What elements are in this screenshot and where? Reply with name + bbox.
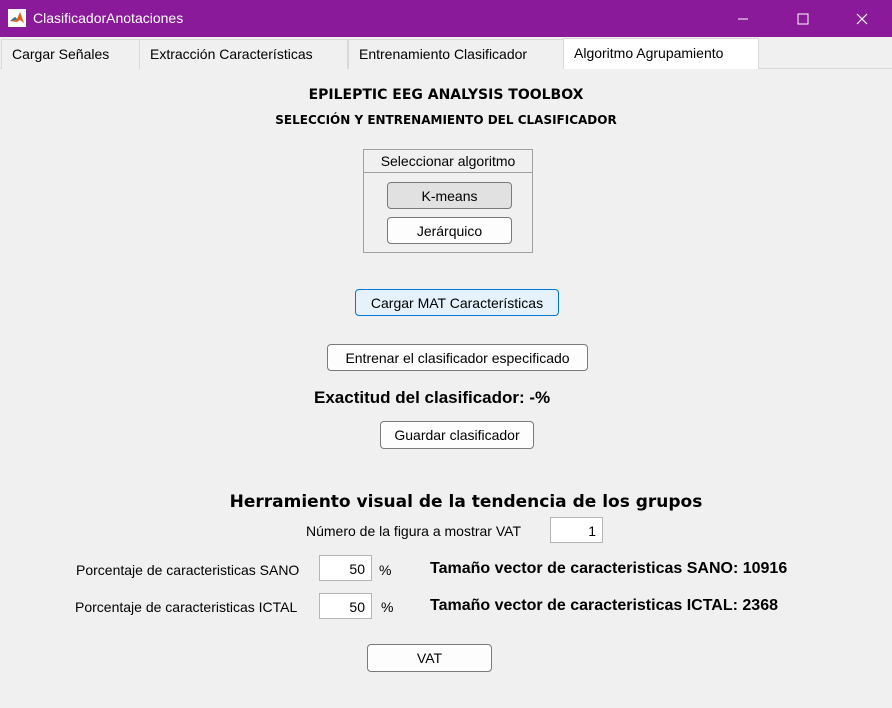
train-classifier-button[interactable]: Entrenar el clasificador especificado	[327, 344, 588, 371]
page-subtitle: SELECCIÓN Y ENTRENAMIENTO DEL CLASIFICAD…	[275, 113, 617, 127]
sano-percent-label: Porcentaje de caracteristicas SANO	[76, 562, 300, 578]
sano-percent-input[interactable]: 50	[319, 555, 372, 581]
vat-section-title: Herramiento visual de la tendencia de lo…	[229, 492, 703, 512]
close-button[interactable]	[839, 0, 885, 37]
tab-bar: Cargar Señales Extracción Característica…	[0, 38, 892, 69]
ictal-percent-input[interactable]: 50	[319, 593, 372, 619]
sano-size-label: Tamaño vector de caracteristicas SANO: 1…	[430, 560, 788, 577]
maximize-icon	[797, 13, 809, 25]
ictal-percent-label: Porcentaje de caracteristicas ICTAL	[75, 599, 298, 615]
ictal-size-label: Tamaño vector de caracteristicas ICTAL: …	[430, 597, 778, 614]
vat-button[interactable]: VAT	[367, 644, 492, 672]
jerarquico-button[interactable]: Jerárquico	[387, 217, 512, 244]
vat-figure-label: Número de la figura a mostrar VAT	[306, 523, 522, 539]
tab-extraccion-caracteristicas[interactable]: Extracción Características	[139, 39, 348, 69]
tab-cargar-senales[interactable]: Cargar Señales	[1, 39, 140, 69]
kmeans-button[interactable]: K-means	[387, 182, 512, 209]
tab-entrenamiento-clasificador[interactable]: Entrenamiento Clasificador	[348, 39, 564, 69]
page-title: EPILEPTIC EEG ANALYSIS TOOLBOX	[308, 87, 584, 103]
sano-percent-symbol: %	[379, 562, 392, 578]
accuracy-label: Exactitud del clasificador: -%	[314, 388, 551, 407]
vat-figure-input[interactable]: 1	[550, 517, 603, 543]
save-classifier-button[interactable]: Guardar clasificador	[380, 421, 534, 449]
close-icon	[856, 13, 868, 25]
minimize-icon	[737, 13, 749, 25]
tab-algoritmo-agrupamiento[interactable]: Algoritmo Agrupamiento	[563, 38, 759, 69]
ictal-percent-symbol: %	[381, 599, 394, 615]
matlab-icon	[8, 9, 26, 27]
maximize-button[interactable]	[780, 0, 826, 37]
load-mat-button[interactable]: Cargar MAT Características	[355, 289, 559, 316]
window-title: ClasificadorAnotaciones	[33, 10, 184, 26]
minimize-button[interactable]	[720, 0, 766, 37]
algorithm-panel-title: Seleccionar algoritmo	[364, 150, 532, 173]
title-bar: ClasificadorAnotaciones	[0, 0, 892, 37]
